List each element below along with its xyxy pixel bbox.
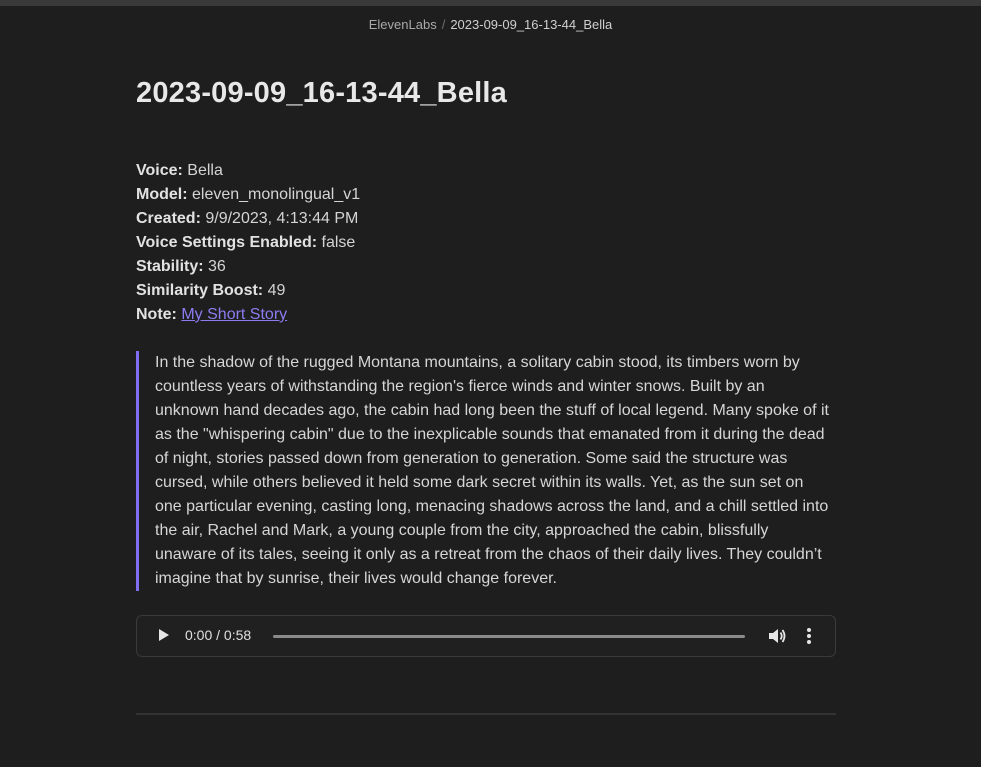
meta-similarity-label: Similarity Boost: [136,282,264,299]
meta-settings-label: Voice Settings Enabled: [136,234,318,251]
volume-icon[interactable] [767,627,787,645]
meta-similarity-value: 49 [267,282,286,299]
audio-player: 0:00 / 0:58 [136,615,836,657]
meta-voice-settings: Voice Settings Enabled: false [136,231,836,255]
story-blockquote: In the shadow of the rugged Montana moun… [136,351,830,591]
story-text: In the shadow of the rugged Montana moun… [155,354,829,587]
progress-track[interactable] [273,635,745,638]
more-vertical-icon[interactable] [807,628,811,644]
meta-note-label: Note: [136,306,177,323]
meta-note: Note: My Short Story [136,303,836,327]
meta-model-label: Model: [136,186,188,203]
meta-model: Model: eleven_monolingual_v1 [136,183,836,207]
breadcrumb-root[interactable]: ElevenLabs [369,17,437,32]
meta-voice: Voice: Bella [136,159,836,183]
meta-created: Created: 9/9/2023, 4:13:44 PM [136,207,836,231]
divider [136,713,836,715]
page-title: 2023-09-09_16-13-44_Bella [136,77,507,109]
breadcrumb: ElevenLabs / 2023-09-09_16-13-44_Bella [0,17,981,32]
note-content: 2023-09-09_16-13-44_Bella Voice: Bella M… [136,72,836,657]
play-icon[interactable] [159,629,169,641]
note-link[interactable]: My Short Story [181,306,287,323]
meta-created-label: Created: [136,210,201,227]
top-bar [0,0,981,6]
meta-stability-value: 36 [208,258,226,275]
breadcrumb-separator: / [441,17,446,32]
time-display: 0:00 / 0:58 [185,627,252,643]
meta-stability-label: Stability: [136,258,204,275]
metadata-list: Voice: Bella Model: eleven_monolingual_v… [136,159,836,327]
meta-settings-value: false [321,234,356,251]
meta-created-value: 9/9/2023, 4:13:44 PM [205,210,359,227]
breadcrumb-current[interactable]: 2023-09-09_16-13-44_Bella [450,17,612,32]
meta-model-value: eleven_monolingual_v1 [192,186,361,203]
meta-voice-label: Voice: [136,162,183,179]
meta-voice-value: Bella [187,162,223,179]
meta-similarity: Similarity Boost: 49 [136,279,836,303]
meta-stability: Stability: 36 [136,255,836,279]
